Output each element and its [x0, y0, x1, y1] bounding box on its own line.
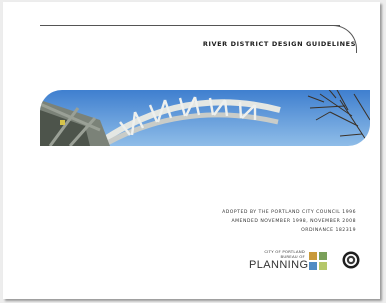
city-seal-icon: [342, 251, 360, 269]
document-title: RIVER DISTRICT DESIGN GUIDELINES: [202, 40, 356, 48]
adoption-line-1: ADOPTED BY THE PORTLAND CITY COUNCIL 199…: [222, 210, 356, 215]
bridge-photo: [40, 90, 370, 146]
adoption-notice: ADOPTED BY THE PORTLAND CITY COUNCIL 199…: [222, 208, 356, 235]
header-rule-corner: [325, 25, 357, 53]
document-cover: RIVER DISTRICT DESIGN GUIDELINES ADOPTED…: [3, 2, 380, 299]
header-rule: [40, 25, 340, 26]
logo-planning-word: PLANNING: [249, 259, 309, 271]
planning-logo-text: CITY OF PORTLAND BUREAU OF PLANNING: [249, 249, 309, 272]
adoption-line-2: AMENDED NOVEMBER 1998, NOVEMBER 2008: [231, 219, 356, 224]
bridge-photo-banner: [40, 90, 370, 146]
adoption-line-3: ORDINANCE 182319: [301, 228, 356, 233]
planning-logo-squares-icon: [309, 252, 327, 270]
